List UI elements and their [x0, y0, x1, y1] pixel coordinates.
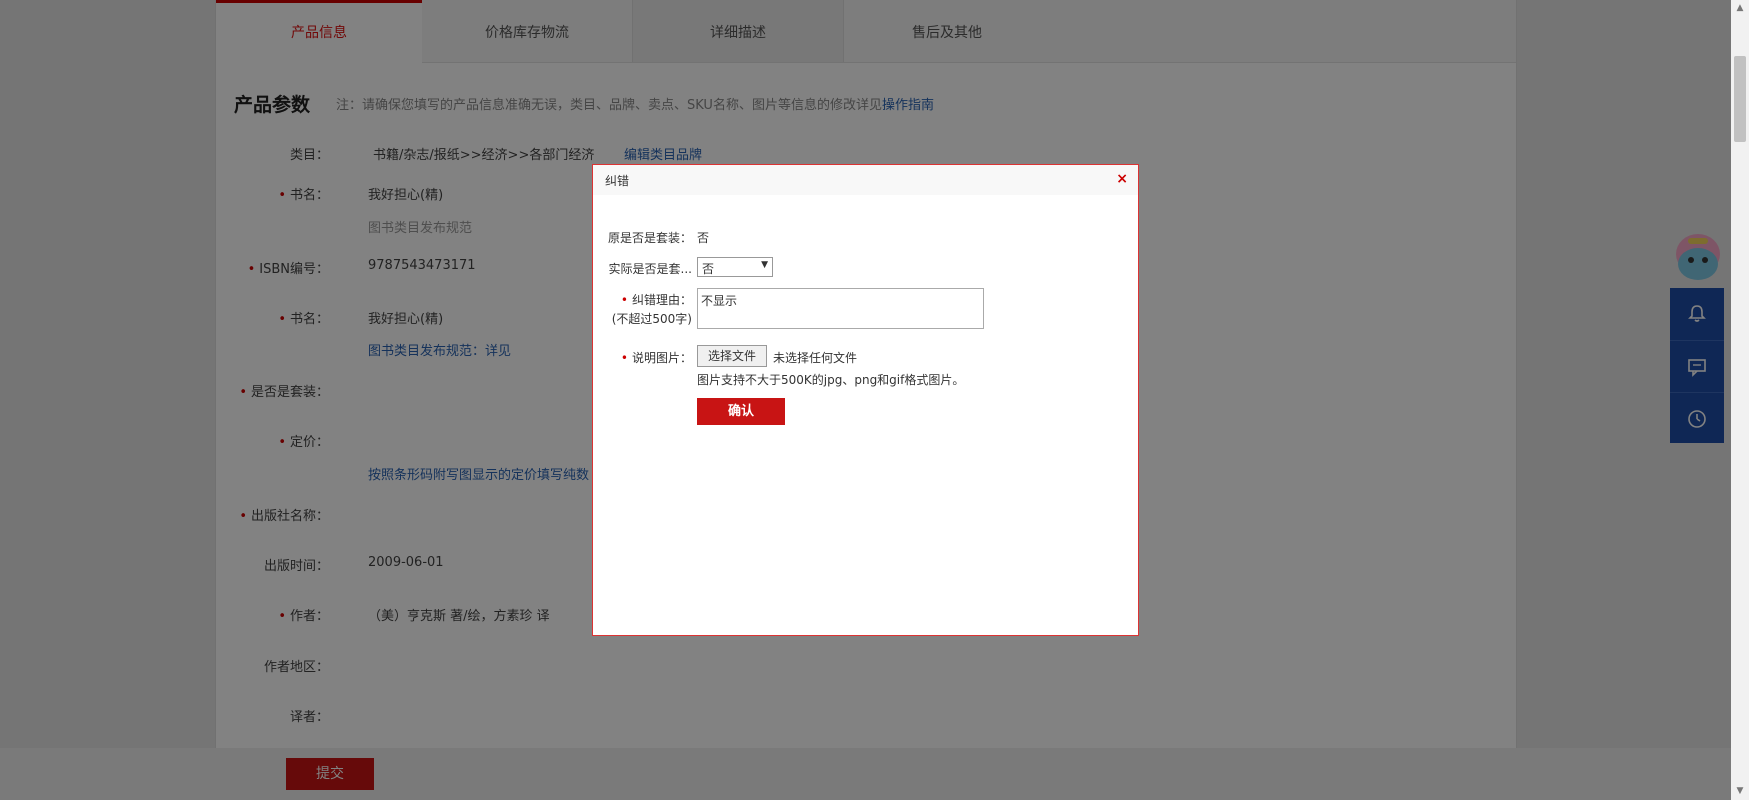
scrollbar[interactable]: ▲ ▼ — [1731, 0, 1749, 800]
file-status: 未选择任何文件 — [773, 351, 858, 365]
reason-textarea[interactable]: 不显示 — [697, 288, 984, 329]
image-label: • 说明图片： — [620, 351, 692, 365]
actual-set-selected: 否 — [702, 262, 715, 276]
choose-file-button[interactable]: 选择文件 — [697, 345, 767, 367]
scroll-down-arrow-icon[interactable]: ▼ — [1731, 783, 1749, 800]
chevron-down-icon: ▼ — [761, 260, 768, 270]
reason-label: • 纠错理由： — [620, 293, 692, 307]
required-mark: • — [620, 293, 628, 307]
scroll-thumb[interactable] — [1734, 56, 1746, 142]
orig-set-value: 否 — [697, 231, 710, 245]
actual-set-select[interactable]: 否 ▼ — [697, 257, 773, 277]
correction-dialog: 纠错 × 原是否是套装： 否 实际是否是套... 否 ▼ • 纠错理由： (不超过… — [592, 164, 1139, 636]
dialog-title: 纠错 — [605, 174, 630, 188]
dialog-header: 纠错 × — [593, 165, 1138, 195]
confirm-button[interactable]: 确认 — [697, 398, 785, 425]
close-icon[interactable]: × — [1116, 171, 1128, 187]
scroll-up-arrow-icon[interactable]: ▲ — [1731, 0, 1749, 17]
reason-sublabel: (不超过500字) — [611, 312, 692, 326]
required-mark: • — [620, 351, 628, 365]
orig-set-label: 原是否是套装： — [607, 231, 692, 245]
file-hint: 图片支持不大于500K的jpg、png和gif格式图片。 — [697, 373, 965, 387]
actual-set-label: 实际是否是套... — [608, 262, 692, 276]
